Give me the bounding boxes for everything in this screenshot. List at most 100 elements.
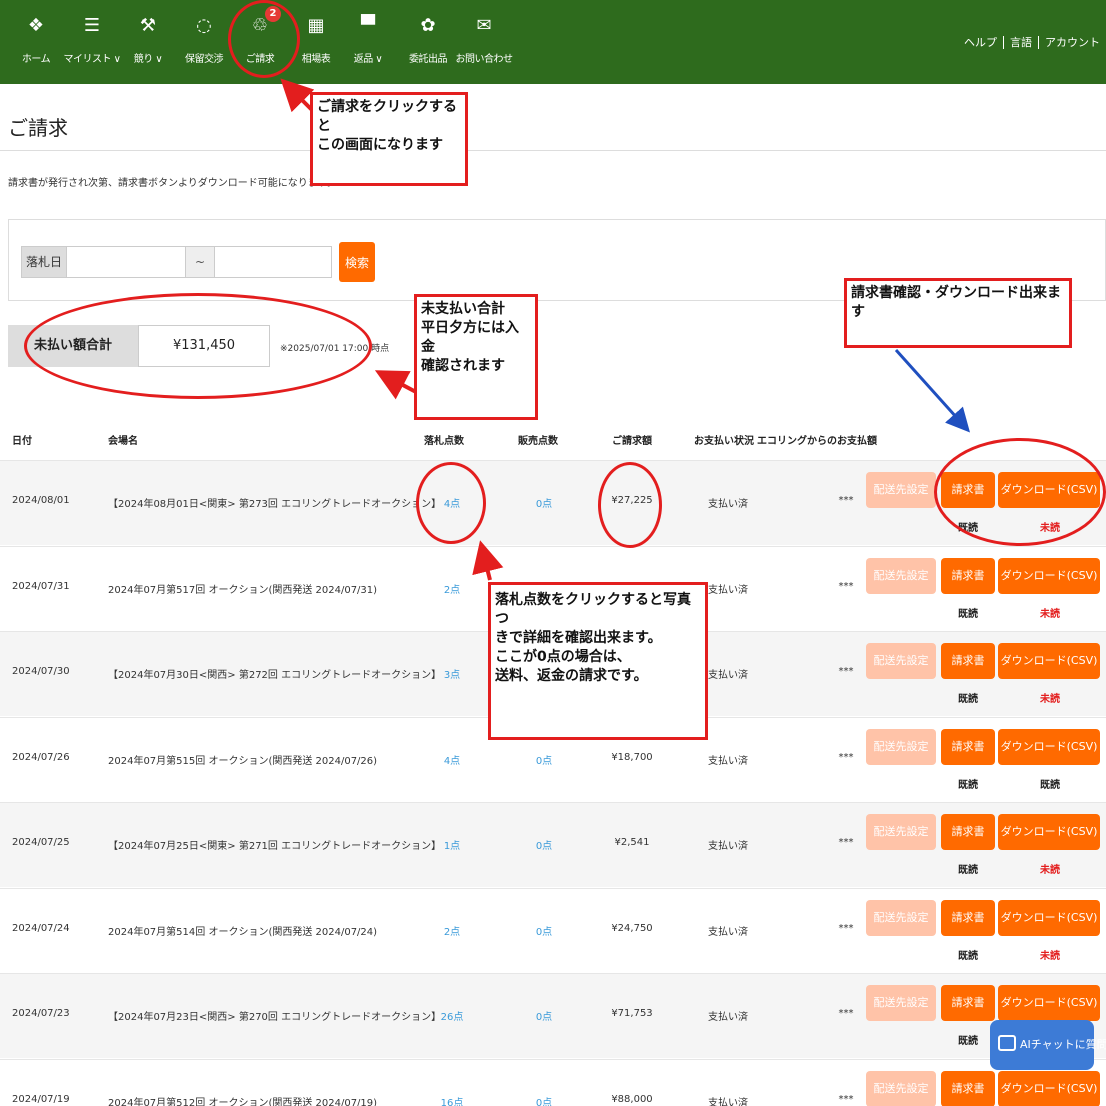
- row-payment-status: 支払い済: [708, 926, 748, 938]
- row-venue: 【2024年07月25日<関東> 第271回 エコリングトレードオークション】: [108, 841, 442, 852]
- annotation-nav-line-1: ご請求をクリックすると: [317, 99, 457, 134]
- csv-read-status: 未読: [1040, 865, 1060, 876]
- ai-chat-button[interactable]: AIチャットに質問: [990, 1020, 1106, 1070]
- row-sold-count-link[interactable]: 0点: [512, 923, 576, 938]
- annotation-won-line-2: きで詳細を確認出来ます。: [495, 630, 662, 646]
- ship-settings-button[interactable]: 配送先設定: [866, 728, 936, 765]
- row-sold-count-link[interactable]: 0点: [512, 1008, 576, 1023]
- ship-settings-button[interactable]: 配送先設定: [866, 985, 936, 1021]
- row-won-count-link[interactable]: 26点: [420, 1008, 484, 1023]
- row-date: 2024/08/01: [12, 495, 70, 506]
- row-won-count-link[interactable]: 16点: [420, 1094, 484, 1106]
- download-csv-button[interactable]: ダウンロード(CSV): [998, 557, 1100, 594]
- invoice-read-status: 既読: [958, 865, 978, 876]
- row-sold-count-link[interactable]: 0点: [512, 752, 576, 767]
- nav-mylist[interactable]: ☰ マイリスト ∨: [62, 14, 122, 65]
- download-csv-button[interactable]: ダウンロード(CSV): [998, 899, 1100, 936]
- row-won-count-link[interactable]: 1点: [420, 837, 484, 852]
- invoice-button[interactable]: 請求書: [941, 643, 995, 679]
- ship-settings-button[interactable]: 配送先設定: [866, 643, 936, 679]
- ship-settings-button[interactable]: 配送先設定: [866, 472, 936, 508]
- invoice-read-status: 既読: [958, 1036, 978, 1047]
- download-csv-button[interactable]: ダウンロード(CSV): [998, 985, 1100, 1021]
- row-venue: 【2024年08月01日<関東> 第273回 エコリングトレードオークション】: [108, 499, 442, 510]
- row-amount: ¥18,700: [611, 751, 653, 763]
- account-link[interactable]: アカウント: [1038, 36, 1106, 49]
- nav-consignment[interactable]: ✿ 委託出品: [398, 14, 458, 65]
- row-payout: ***: [838, 837, 854, 848]
- download-csv-button[interactable]: ダウンロード(CSV): [998, 728, 1100, 765]
- row-venue: 2024年07月第515回 オークション(関西発送 2024/07/26): [108, 755, 378, 767]
- row-payment-status: 支払い済: [708, 755, 748, 767]
- row-payment-status: 支払い済: [708, 1097, 748, 1106]
- ship-settings-button[interactable]: 配送先設定: [866, 814, 936, 850]
- nav-negotiation-label: 保留交渉: [185, 54, 224, 65]
- ai-chat-label: AIチャットに質問: [1020, 1038, 1106, 1051]
- row-venue: 2024年07月第512回 オークション(関西発送 2024/07/19): [108, 1097, 378, 1106]
- row-won-count-link[interactable]: 2点: [420, 923, 484, 938]
- won-highlight-ellipse: [416, 462, 486, 544]
- row-date: 2024/07/24: [12, 922, 70, 934]
- row-date: 2024/07/25: [12, 837, 70, 848]
- invoice-button[interactable]: 請求書: [941, 557, 995, 594]
- invoice-notice: 請求書が発行され次第、請求書ボタンよりダウンロード可能になります。: [8, 178, 337, 189]
- row-amount: ¥24,750: [611, 922, 653, 934]
- row-payout: ***: [838, 1008, 854, 1019]
- invoice-button[interactable]: 請求書: [941, 985, 995, 1021]
- nav-highlight-ellipse: [228, 0, 300, 78]
- row-payout: ***: [838, 580, 854, 592]
- table-row: 2024/07/24 2024年07月第514回 オークション(関西発送 2024…: [0, 887, 1106, 973]
- nav-contact[interactable]: ✉ お問い合わせ: [454, 14, 514, 65]
- language-link[interactable]: 言語: [1003, 36, 1038, 49]
- row-won-count-link[interactable]: 2点: [420, 581, 484, 596]
- header-payout: エコリングからのお支払額: [757, 436, 877, 447]
- row-payment-status: 支払い済: [708, 841, 748, 852]
- header-venue: 会場名: [108, 436, 138, 447]
- annotation-nav: ご請求をクリックすると この画面になります: [310, 92, 468, 186]
- ship-settings-button[interactable]: 配送先設定: [866, 1070, 936, 1106]
- nav-returns[interactable]: ▀ 返品 ∨: [338, 14, 398, 65]
- nav-negotiation[interactable]: ◌ 保留交渉: [174, 14, 234, 65]
- date-to-input[interactable]: [214, 246, 332, 278]
- ship-settings-button[interactable]: 配送先設定: [866, 557, 936, 594]
- search-button[interactable]: 検索: [339, 242, 375, 282]
- annotation-nav-line-2: この画面になります: [317, 137, 443, 153]
- title-divider: [0, 150, 1106, 151]
- row-sold-count-link[interactable]: 0点: [512, 495, 576, 510]
- nav-home-label: ホーム: [21, 54, 51, 65]
- row-payment-status: 支払い済: [708, 584, 748, 596]
- download-csv-button[interactable]: ダウンロード(CSV): [998, 814, 1100, 850]
- invoice-button[interactable]: 請求書: [941, 899, 995, 936]
- date-from-input[interactable]: [66, 246, 186, 278]
- row-sold-count-link[interactable]: 0点: [512, 837, 576, 852]
- row-date: 2024/07/26: [12, 751, 70, 763]
- invoice-button[interactable]: 請求書: [941, 1070, 995, 1106]
- row-amount: ¥2,541: [614, 837, 650, 848]
- help-link[interactable]: ヘルプ: [958, 36, 1003, 49]
- invoice-read-status: 既読: [958, 694, 978, 705]
- row-sold-count-link[interactable]: 0点: [512, 1094, 576, 1106]
- chat-bubble-icon: ◌: [196, 15, 212, 36]
- invoice-button[interactable]: 請求書: [941, 814, 995, 850]
- row-won-count-link[interactable]: 3点: [420, 666, 484, 681]
- nav-home[interactable]: ❖ ホーム: [6, 14, 66, 65]
- arrow-nav: [280, 78, 315, 113]
- nav-auction[interactable]: ⚒ 競り ∨: [118, 14, 178, 65]
- annotation-download-line-1: 請求書確認・ダウンロード出来ます: [851, 285, 1061, 320]
- invoice-button[interactable]: 請求書: [941, 728, 995, 765]
- billing-page: ❖ ホーム ☰ マイリスト ∨ ⚒ 競り ∨ ◌ 保留交渉 ♲ 2 ご請求 ▦ …: [0, 0, 1106, 1106]
- row-date: 2024/07/30: [12, 666, 70, 677]
- page-title: ご請求: [8, 116, 68, 140]
- invoice-read-status: 既読: [958, 608, 978, 620]
- row-venue: 【2024年07月23日<関西> 第270回 エコリングトレードオークション】: [108, 1012, 442, 1023]
- download-csv-button[interactable]: ダウンロード(CSV): [998, 1070, 1100, 1106]
- row-won-count-link[interactable]: 4点: [420, 752, 484, 767]
- list-icon: ☰: [83, 15, 101, 36]
- ship-settings-button[interactable]: 配送先設定: [866, 899, 936, 936]
- mail-icon: ✉: [476, 15, 492, 36]
- annotation-won-line-4: 送料、返金の請求です。: [495, 668, 648, 684]
- annotation-unpaid-line-3: 確認されます: [421, 358, 505, 374]
- gavel-icon: ⚒: [139, 15, 157, 36]
- annotation-unpaid-line-1: 未支払い合計: [421, 301, 505, 317]
- download-csv-button[interactable]: ダウンロード(CSV): [998, 643, 1100, 679]
